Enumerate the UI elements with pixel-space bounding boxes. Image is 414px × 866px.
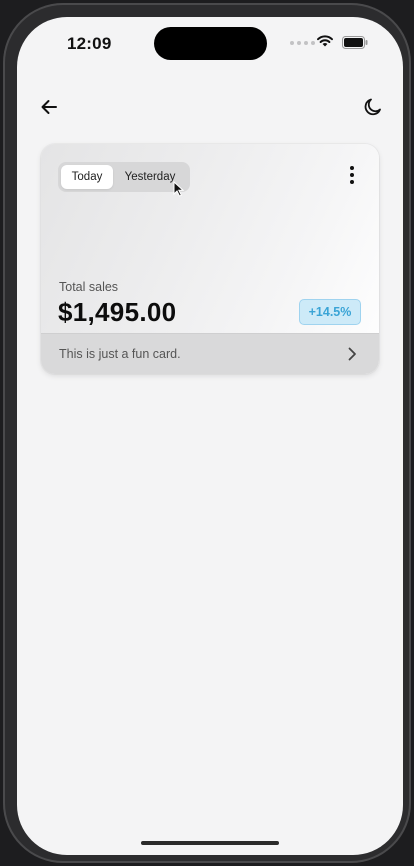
top-bar: [17, 83, 403, 131]
chevron-right-icon: [348, 347, 356, 361]
screen: 12:09 Today Yesterday Total sales $1,495…: [17, 17, 403, 855]
mouse-cursor-icon: [173, 181, 184, 197]
status-bar: 12:09: [17, 17, 403, 71]
home-indicator[interactable]: [141, 841, 279, 845]
status-time: 12:09: [67, 34, 112, 53]
dynamic-island: [154, 27, 267, 60]
back-button[interactable]: [33, 91, 65, 123]
card-menu-button[interactable]: [339, 162, 365, 188]
segment-today[interactable]: Today: [61, 165, 113, 189]
signal-icon: [290, 41, 315, 45]
metric-label: Total sales: [59, 280, 119, 294]
wifi-icon: [317, 35, 333, 47]
card-footer-link[interactable]: This is just a fun card.: [41, 333, 379, 374]
metric-value: $1,495.00: [58, 297, 177, 327]
battery-icon: [342, 36, 368, 49]
theme-toggle-button[interactable]: [357, 91, 389, 123]
change-badge: +14.5%: [299, 299, 361, 325]
sales-card: Today Yesterday Total sales $1,495.00 +1…: [41, 144, 379, 374]
arrow-left-icon: [41, 100, 57, 114]
more-vertical-icon: [350, 166, 354, 170]
footer-text: This is just a fun card.: [59, 347, 181, 361]
device-frame: 12:09 Today Yesterday Total sales $1,495…: [3, 3, 411, 863]
day-segmented-control: Today Yesterday: [58, 162, 190, 192]
moon-icon: [364, 98, 381, 116]
